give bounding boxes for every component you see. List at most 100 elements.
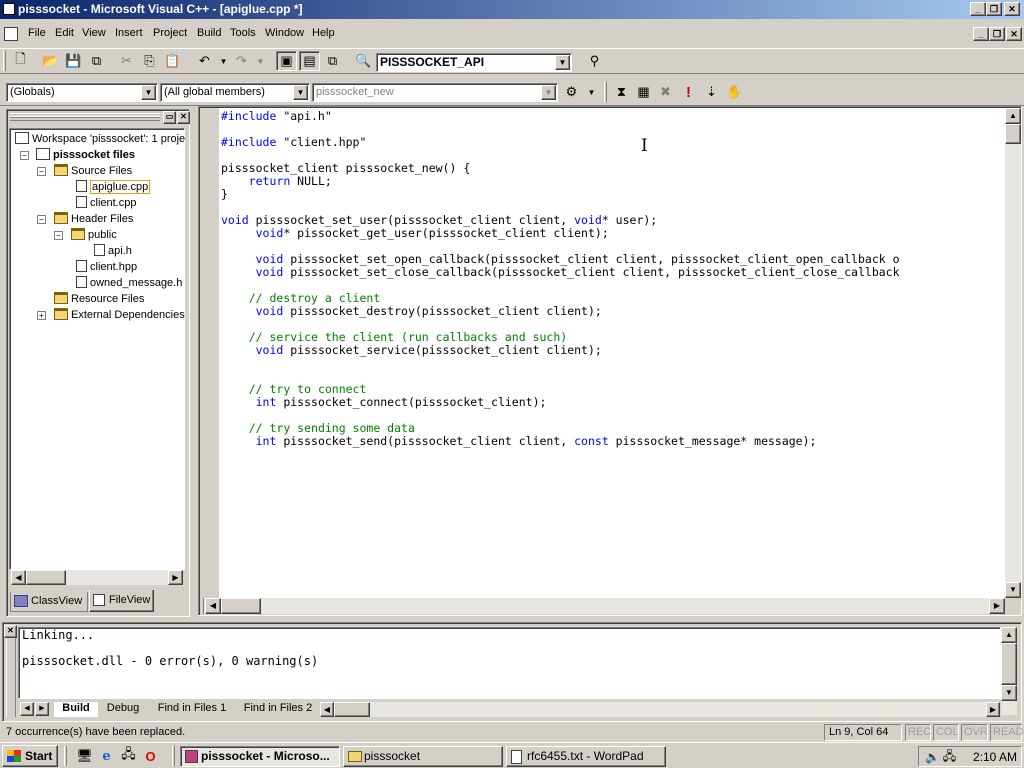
scroll-right-icon[interactable]: ▶ [986, 702, 1000, 717]
network-tray-icon[interactable]: 🖧 [939, 747, 960, 767]
new-text-file-icon[interactable]: 🗋 [10, 51, 31, 71]
scroll-up-icon[interactable]: ▲ [1001, 627, 1017, 643]
code-line[interactable]: #include "client.hpp" [221, 136, 366, 149]
class-combo[interactable]: (Globals) ▼ [6, 83, 158, 102]
code-line[interactable]: void pisssocket_destroy(pisssocket_clien… [221, 305, 602, 318]
menu-edit[interactable]: Edit [55, 27, 74, 39]
save-all-icon[interactable]: ⧉ [86, 51, 107, 71]
tree-hscrollbar[interactable]: ◀ ▶ [11, 570, 183, 585]
menu-tools[interactable]: Tools [230, 27, 256, 39]
scroll-thumb[interactable] [334, 702, 370, 717]
menu-build[interactable]: Build [197, 27, 221, 39]
opera-icon[interactable]: O [140, 746, 161, 766]
file-tree[interactable]: Workspace 'pisssocket': 1 proje − pissso… [9, 128, 185, 585]
compile-icon[interactable]: ⧗ [611, 82, 632, 102]
restore-button[interactable]: ❐ [986, 2, 1002, 16]
window-list-icon[interactable]: ⧉ [322, 51, 343, 71]
scroll-right-icon[interactable]: ▶ [989, 598, 1005, 614]
paste-icon[interactable]: 📋 [162, 51, 183, 71]
workspace-close-button[interactable]: ✕ [177, 111, 190, 124]
code-editor[interactable]: #include "api.h" #include "client.hpp" pis… [219, 108, 1005, 598]
scroll-left-icon[interactable]: ◀ [11, 570, 26, 585]
title-bar[interactable]: pisssocket - Microsoft Visual C++ - [api… [0, 0, 1024, 19]
scroll-right-icon[interactable]: ▶ [168, 570, 183, 585]
menu-help[interactable]: Help [312, 27, 335, 39]
tree-item-resource-files[interactable]: Resource Files [54, 291, 144, 307]
split-box[interactable] [200, 598, 204, 614]
wizard-action-icon[interactable]: ⚙ [561, 82, 582, 102]
wizard-action-dropdown-icon[interactable]: ▼ [581, 82, 602, 102]
menu-view[interactable]: View [82, 27, 106, 39]
code-line[interactable]: } [221, 188, 228, 201]
member-combo[interactable]: pisssocket_new ▼ [312, 83, 558, 102]
tab-scroll-right-icon[interactable]: ▶ [35, 702, 49, 716]
app-icon[interactable] [3, 3, 15, 15]
tree-item-external-dependencies[interactable]: External Dependencies [54, 307, 185, 323]
scroll-thumb[interactable] [26, 570, 66, 585]
copy-icon[interactable]: ⎘ [139, 51, 160, 71]
collapse-icon[interactable]: − [20, 151, 29, 160]
project-combo[interactable]: PISSSOCKET_API ▼ [376, 53, 572, 72]
output-text[interactable]: Linking... pisssocket.dll - 0 error(s), … [18, 627, 1001, 699]
execute-icon[interactable]: ! [678, 82, 699, 102]
filter-combo[interactable]: (All global members) ▼ [160, 83, 310, 102]
collapse-icon[interactable]: − [37, 215, 46, 224]
scroll-left-icon[interactable]: ◀ [205, 598, 221, 614]
chevron-down-icon[interactable]: ▼ [293, 85, 308, 100]
tab-find-in-files-1[interactable]: Find in Files 1 [150, 702, 234, 717]
build-icon[interactable]: ▦ [633, 82, 654, 102]
tab-build[interactable]: Build [54, 702, 98, 717]
chevron-down-icon[interactable]: ▼ [541, 85, 556, 100]
tree-item-public[interactable]: public [71, 227, 117, 243]
find-binoculars-icon[interactable]: ⚲ [584, 51, 605, 71]
clock[interactable]: 2:10 AM [973, 750, 1017, 764]
menu-project[interactable]: Project [153, 27, 187, 39]
tree-item-api-h[interactable]: api.h [94, 243, 132, 259]
tree-item-header-files[interactable]: Header Files [54, 211, 133, 227]
desktop-icon[interactable]: 🖥 [74, 746, 95, 766]
workspace-maximize-button[interactable]: ▭ [163, 111, 176, 124]
find-in-files-icon[interactable]: 🔍 [353, 51, 374, 71]
stop-build-icon[interactable]: ✖ [655, 82, 676, 102]
document-icon[interactable] [4, 27, 18, 41]
code-line[interactable]: int pisssocket_connect(pisssocket_client… [221, 396, 547, 409]
code-line[interactable]: void pisssocket_service(pisssocket_clien… [221, 344, 602, 357]
tree-item-client-cpp[interactable]: client.cpp [76, 195, 136, 211]
tree-item-apiglue-cpp[interactable]: apiglue.cpp [76, 179, 151, 195]
doc-close-button[interactable]: ✕ [1006, 27, 1022, 41]
scroll-up-icon[interactable]: ▲ [1005, 108, 1021, 124]
redo-dropdown-icon[interactable]: ▼ [250, 51, 271, 71]
output-hscrollbar[interactable]: ◀ ▶ [320, 702, 1000, 717]
doc-restore-button[interactable]: ❐ [989, 27, 1005, 41]
editor-hscrollbar[interactable]: ◀ ▶ [200, 598, 1005, 614]
expand-icon[interactable]: + [37, 311, 46, 320]
scroll-down-icon[interactable]: ▼ [1005, 582, 1021, 598]
network-icon[interactable]: 🖧 [118, 746, 139, 766]
task-folder[interactable]: pisssocket [343, 746, 503, 767]
tab-debug[interactable]: Debug [100, 702, 146, 717]
code-line[interactable]: return NULL; [221, 175, 332, 188]
scroll-thumb[interactable] [1001, 643, 1017, 685]
tab-find-in-files-2[interactable]: Find in Files 2 [238, 702, 318, 717]
task-wordpad[interactable]: rfc6455.txt - WordPad [506, 746, 666, 767]
minimize-button[interactable]: _ [970, 2, 986, 16]
menu-window[interactable]: Window [265, 27, 304, 39]
tree-item-project[interactable]: pisssocket files [36, 147, 135, 163]
code-line[interactable]: void* pissocket_get_user(pisssocket_clie… [221, 227, 609, 240]
code-line[interactable]: #include "api.h" [221, 110, 332, 123]
menu-file[interactable]: File [28, 27, 46, 39]
save-icon[interactable]: 💾 [63, 51, 84, 71]
redo-icon[interactable]: ↷ [231, 51, 252, 71]
tree-item-workspace[interactable]: Workspace 'pisssocket': 1 proje [15, 131, 185, 147]
close-button[interactable]: ✕ [1004, 2, 1020, 16]
internet-explorer-icon[interactable]: e [96, 746, 117, 766]
output-grip[interactable] [6, 627, 16, 717]
code-line[interactable]: void pisssocket_set_close_callback(pisss… [221, 266, 900, 279]
breakpoint-hand-icon[interactable]: ✋ [724, 82, 745, 102]
workspace-window-icon[interactable]: ▣ [276, 51, 297, 71]
scroll-thumb[interactable] [221, 598, 261, 614]
code-line[interactable]: int pisssocket_send(pisssocket_client cl… [221, 435, 817, 448]
scroll-down-icon[interactable]: ▼ [1001, 685, 1017, 701]
output-window-icon[interactable]: ▤ [299, 51, 320, 71]
editor-vscrollbar[interactable]: ▲ ▼ [1005, 108, 1021, 598]
